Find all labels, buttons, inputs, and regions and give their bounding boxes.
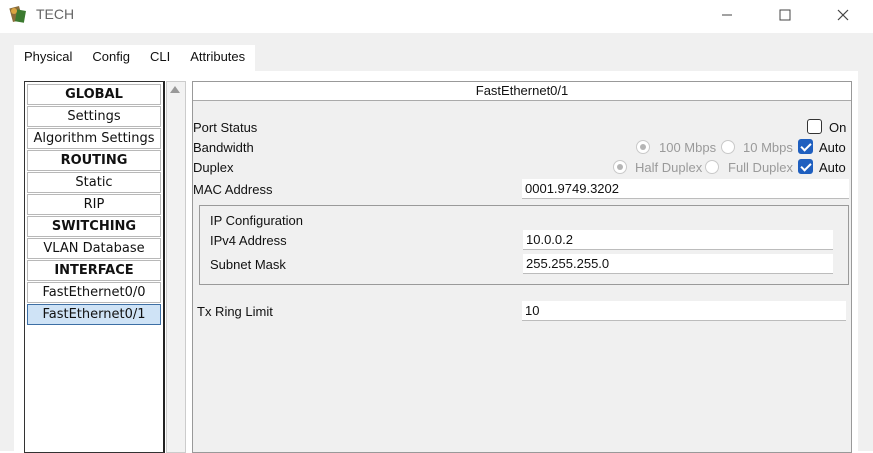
sidebar-header-global: GLOBAL — [27, 84, 161, 105]
sidebar-item-algorithm-settings[interactable]: Algorithm Settings — [27, 128, 161, 149]
bandwidth-100mbps-radio[interactable] — [636, 140, 650, 154]
duplex-label: Duplex — [193, 160, 234, 175]
port-status-label: Port Status — [193, 120, 258, 135]
bandwidth-auto-label: Auto — [819, 140, 846, 155]
maximize-icon — [779, 9, 791, 21]
port-status-checkbox[interactable] — [807, 119, 822, 134]
mac-address-field[interactable]: 0001.9749.3202 — [522, 179, 849, 199]
bandwidth-label: Bandwidth — [193, 140, 254, 155]
subnet-mask-field[interactable]: 255.255.255.0 — [523, 254, 833, 274]
sidebar-header-interface: INTERFACE — [27, 260, 161, 281]
config-panel: GLOBAL Settings Algorithm Settings ROUTI… — [14, 71, 858, 453]
duplex-half-radio[interactable] — [613, 160, 627, 174]
bandwidth-auto-checkbox[interactable] — [798, 139, 813, 154]
tx-ring-limit-field[interactable]: 10 — [522, 301, 846, 321]
sidebar-item-static[interactable]: Static — [27, 172, 161, 193]
scroll-up-arrow-icon[interactable] — [170, 86, 180, 93]
mac-address-label: MAC Address — [193, 182, 273, 197]
tab-attributes[interactable]: Attributes — [180, 45, 255, 71]
sidebar-header-switching: SWITCHING — [27, 216, 161, 237]
duplex-full-label: Full Duplex — [728, 160, 794, 175]
sidebar-item-rip[interactable]: RIP — [27, 194, 161, 215]
ip-configuration-group: IP Configuration IPv4 Address 10.0.0.2 S… — [199, 205, 849, 285]
bandwidth-10mbps-label: 10 Mbps — [743, 140, 793, 155]
subnet-mask-label: Subnet Mask — [210, 257, 286, 272]
ip-configuration-title: IP Configuration — [210, 213, 303, 228]
tab-cli[interactable]: CLI — [140, 45, 180, 71]
window-title: TECH — [36, 6, 75, 22]
sidebar-scrollbar[interactable] — [166, 81, 186, 453]
title-bar: TECH — [0, 0, 873, 32]
tab-config[interactable]: Config — [82, 45, 140, 74]
window-content: Physical Config CLI Attributes GLOBAL Se… — [0, 33, 873, 453]
app-icon — [9, 5, 26, 23]
ipv4-address-label: IPv4 Address — [210, 233, 287, 248]
tx-ring-limit-label: Tx Ring Limit — [197, 304, 273, 319]
minimize-button[interactable] — [704, 0, 750, 30]
config-sidebar: GLOBAL Settings Algorithm Settings ROUTI… — [24, 81, 165, 453]
ipv4-address-field[interactable]: 10.0.0.2 — [523, 230, 833, 250]
close-icon — [837, 9, 849, 21]
interface-title: FastEthernet0/1 — [193, 82, 851, 101]
duplex-full-radio[interactable] — [705, 160, 719, 174]
port-status-on-label: On — [829, 120, 847, 135]
duplex-auto-label: Auto — [819, 160, 846, 175]
tab-bar: Physical Config CLI Attributes — [14, 45, 256, 74]
duplex-half-label: Half Duplex — [635, 160, 703, 175]
sidebar-item-fastethernet0-1[interactable]: FastEthernet0/1 — [27, 304, 161, 325]
duplex-auto-checkbox[interactable] — [798, 159, 813, 174]
minimize-icon — [722, 14, 732, 16]
maximize-button[interactable] — [762, 0, 808, 30]
bandwidth-100mbps-label: 100 Mbps — [659, 140, 717, 155]
sidebar-item-fastethernet0-0[interactable]: FastEthernet0/0 — [27, 282, 161, 303]
sidebar-header-routing: ROUTING — [27, 150, 161, 171]
tab-physical[interactable]: Physical — [14, 45, 82, 71]
bandwidth-10mbps-radio[interactable] — [721, 140, 735, 154]
interface-settings: FastEthernet0/1 Port Status On Bandwidth… — [192, 81, 852, 453]
sidebar-item-settings[interactable]: Settings — [27, 106, 161, 127]
close-button[interactable] — [820, 0, 866, 30]
sidebar-item-vlan-database[interactable]: VLAN Database — [27, 238, 161, 259]
